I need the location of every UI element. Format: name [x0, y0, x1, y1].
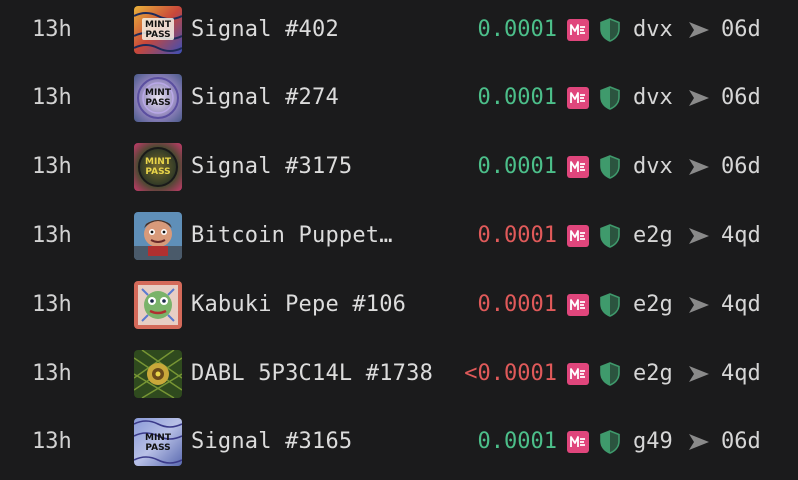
price: 0.0001 — [477, 84, 557, 110]
time-ago: 13h — [32, 291, 72, 317]
to-address[interactable]: 06d — [721, 407, 761, 476]
time-ago: 13h — [32, 428, 72, 454]
from-address[interactable]: g49 — [633, 407, 673, 476]
mint-pass-thumbnail: MINT PASS — [134, 417, 182, 466]
svg-text:PASS: PASS — [145, 443, 170, 453]
mint-pass-thumbnail: MINT PASS — [134, 142, 182, 191]
price: 0.0001 — [477, 291, 557, 317]
from-address[interactable]: dvx — [633, 132, 673, 201]
price: <0.0001 — [464, 360, 557, 386]
dabl-thumbnail — [134, 349, 182, 398]
magic-eden-icon[interactable] — [567, 339, 589, 408]
price: 0.0001 — [477, 222, 557, 248]
to-address[interactable]: 4qd — [721, 270, 761, 339]
activity-row[interactable]: 13h MINT PASS Signal #3175 0.0001 dvx 06… — [0, 132, 798, 201]
to-address[interactable]: 06d — [721, 0, 761, 64]
from-address[interactable]: e2g — [633, 339, 673, 408]
shield-icon — [599, 270, 621, 339]
svg-text:PASS: PASS — [145, 98, 170, 108]
mint-pass-thumbnail: MINT PASS — [134, 73, 182, 122]
price: 0.0001 — [477, 428, 557, 454]
to-address[interactable]: 06d — [721, 63, 761, 132]
shield-icon — [599, 0, 621, 64]
arrow-right-icon — [688, 339, 710, 408]
nft-thumbnail[interactable]: MINT PASS — [134, 63, 182, 132]
price: 0.0001 — [477, 153, 557, 179]
nft-thumbnail[interactable] — [134, 270, 182, 339]
time-ago: 13h — [32, 16, 72, 42]
nft-thumbnail[interactable]: MINT PASS — [134, 0, 182, 64]
nft-thumbnail[interactable]: MINT PASS — [134, 407, 182, 476]
svg-text:PASS: PASS — [145, 167, 170, 177]
from-address[interactable]: e2g — [633, 270, 673, 339]
activity-row[interactable]: 13h Kabuki Pepe #106 0.0001 e2g 4qd — [0, 270, 798, 339]
magic-eden-icon[interactable] — [567, 407, 589, 476]
nft-name[interactable]: Bitcoin Puppet… — [191, 201, 393, 270]
svg-text:PASS: PASS — [145, 30, 170, 40]
activity-row[interactable]: 13h MINT PASS Signal #274 0.0001 dvx 06d — [0, 63, 798, 132]
mint-pass-thumbnail: MINT PASS — [134, 5, 182, 54]
arrow-right-icon — [688, 63, 710, 132]
magic-eden-icon[interactable] — [567, 0, 589, 64]
arrow-right-icon — [688, 132, 710, 201]
shield-icon — [599, 63, 621, 132]
nft-name[interactable]: DABL 5P3C14L #1738 — [191, 339, 433, 408]
nft-thumbnail[interactable] — [134, 339, 182, 408]
svg-text:MINT: MINT — [145, 88, 172, 98]
nft-name[interactable]: Signal #274 — [191, 63, 339, 132]
nft-name[interactable]: Signal #402 — [191, 0, 339, 64]
magic-eden-icon[interactable] — [567, 270, 589, 339]
from-address[interactable]: e2g — [633, 201, 673, 270]
to-address[interactable]: 4qd — [721, 339, 761, 408]
time-ago: 13h — [32, 84, 72, 110]
from-address[interactable]: dvx — [633, 0, 673, 64]
svg-text:MINT: MINT — [145, 20, 172, 30]
activity-row[interactable]: 13h MINT PASS Signal #3165 0.0001 g49 06… — [0, 407, 798, 476]
activity-row[interactable]: 13h Bitcoin Puppet… 0.0001 e2g 4qd — [0, 201, 798, 270]
magic-eden-icon[interactable] — [567, 201, 589, 270]
shield-icon — [599, 132, 621, 201]
puppet-thumbnail — [134, 211, 182, 260]
time-ago: 13h — [32, 222, 72, 248]
magic-eden-icon[interactable] — [567, 63, 589, 132]
to-address[interactable]: 06d — [721, 132, 761, 201]
time-ago: 13h — [32, 360, 72, 386]
nft-name[interactable]: Kabuki Pepe #106 — [191, 270, 406, 339]
arrow-right-icon — [688, 201, 710, 270]
from-address[interactable]: dvx — [633, 63, 673, 132]
nft-name[interactable]: Signal #3165 — [191, 407, 352, 476]
svg-text:MINT: MINT — [145, 157, 172, 167]
svg-text:MINT: MINT — [145, 433, 172, 443]
nft-thumbnail[interactable] — [134, 201, 182, 270]
nft-thumbnail[interactable]: MINT PASS — [134, 132, 182, 201]
price: 0.0001 — [477, 16, 557, 42]
shield-icon — [599, 407, 621, 476]
time-ago: 13h — [32, 153, 72, 179]
activity-row[interactable]: 13h DABL 5P3C14L #1738 <0.0001 e2g 4qd — [0, 339, 798, 408]
to-address[interactable]: 4qd — [721, 201, 761, 270]
arrow-right-icon — [688, 270, 710, 339]
activity-row[interactable]: 13h MINT PASS Signal #402 0.0001 dvx 06d — [0, 0, 798, 64]
shield-icon — [599, 339, 621, 408]
arrow-right-icon — [688, 407, 710, 476]
pepe-thumbnail — [134, 280, 182, 329]
magic-eden-icon[interactable] — [567, 132, 589, 201]
arrow-right-icon — [688, 0, 710, 64]
activity-list: 13h MINT PASS Signal #402 0.0001 dvx 06d… — [0, 0, 798, 480]
nft-name[interactable]: Signal #3175 — [191, 132, 352, 201]
shield-icon — [599, 201, 621, 270]
